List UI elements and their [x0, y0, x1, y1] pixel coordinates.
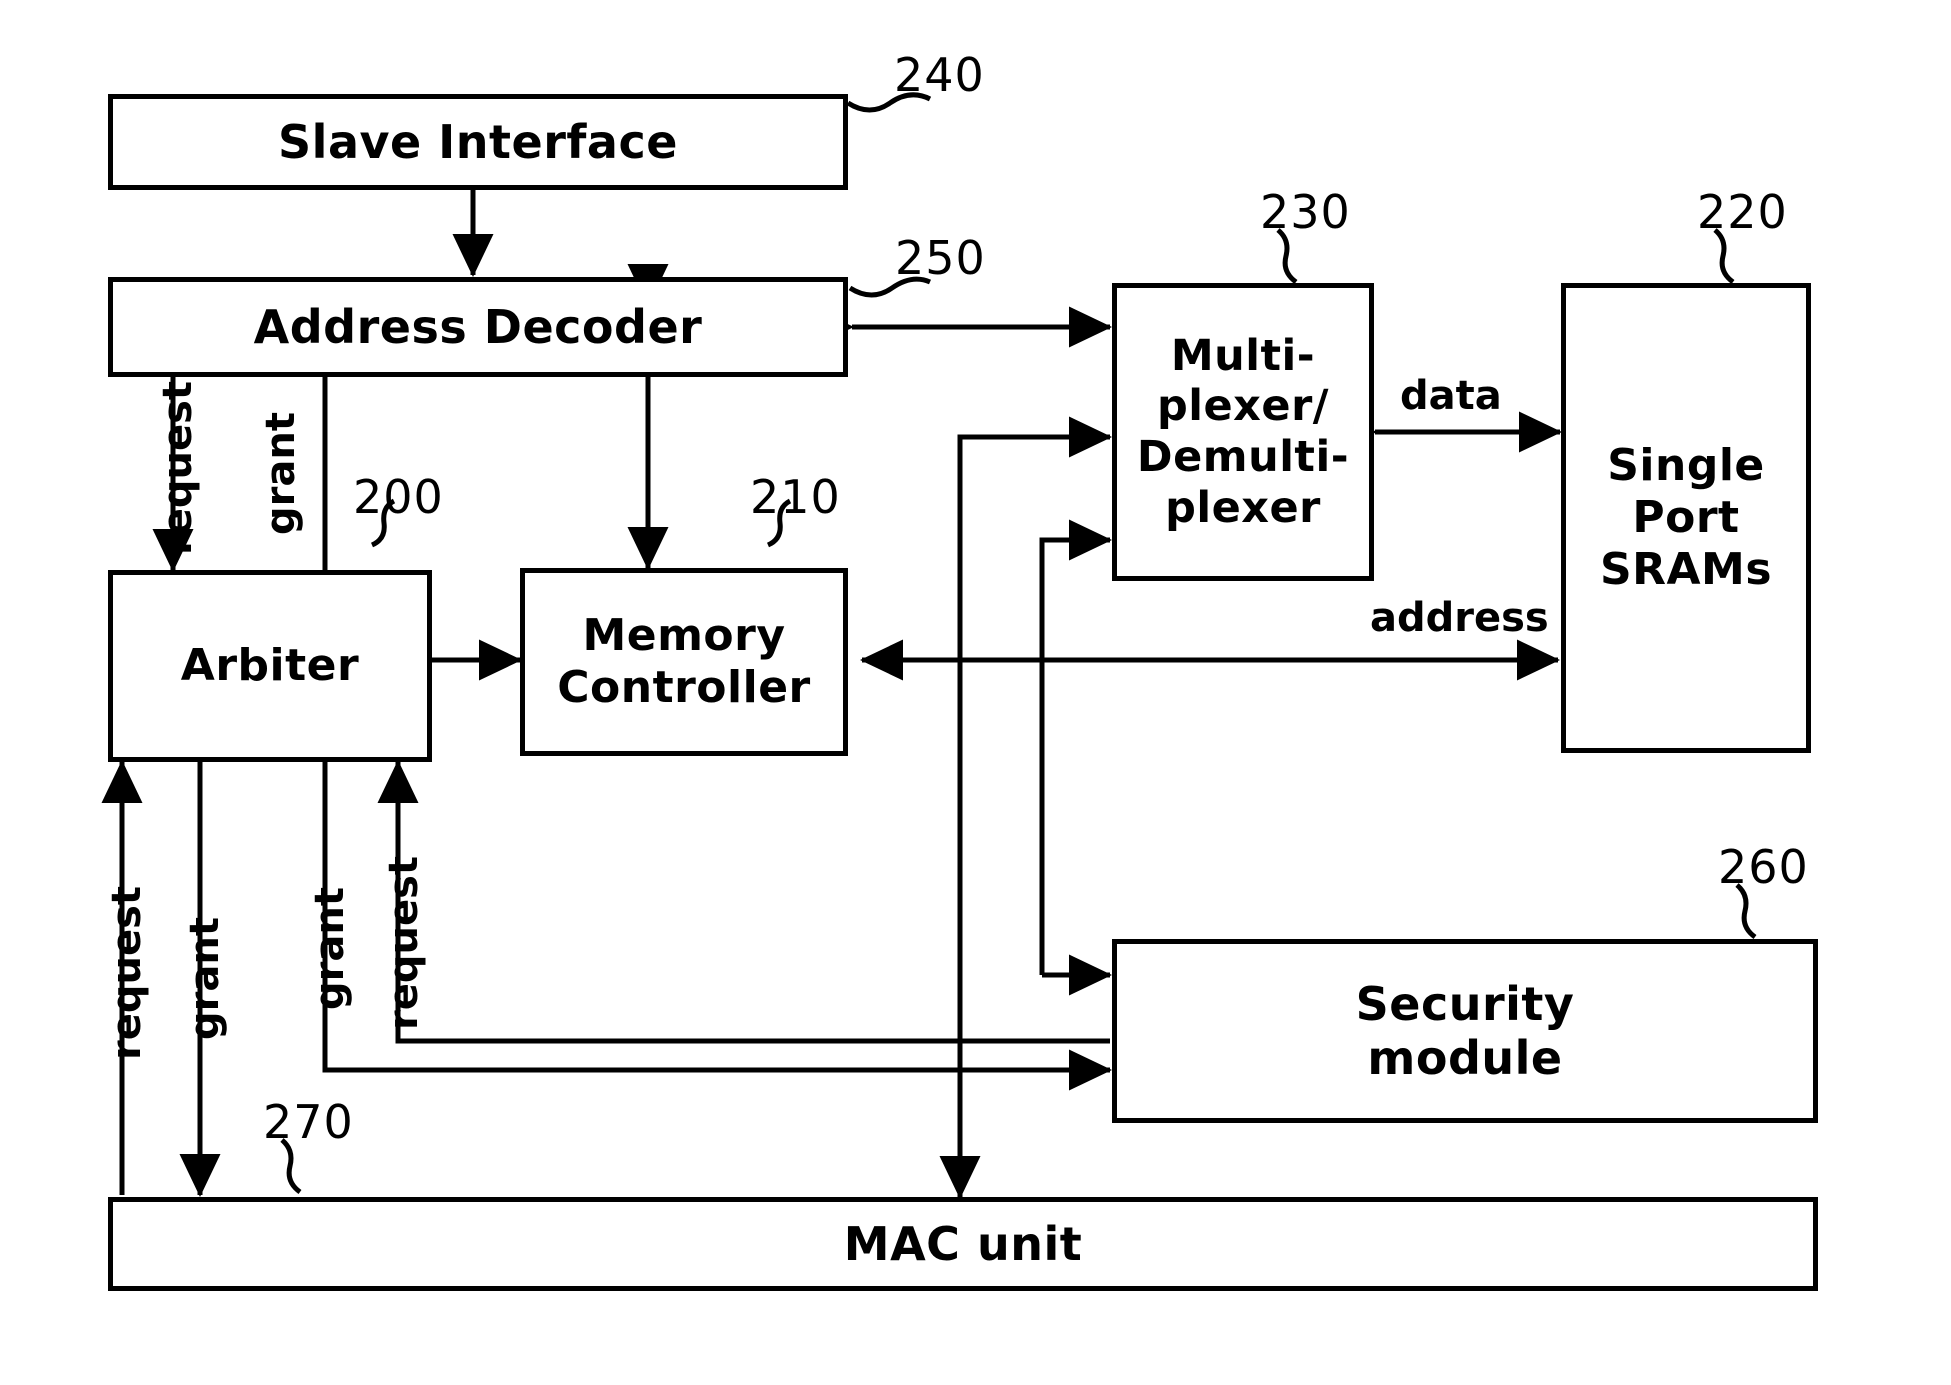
- ref-numeral-210: 210: [750, 470, 841, 524]
- security-module-label: Security module: [1355, 976, 1575, 1085]
- block-memory-controller[interactable]: Memory Controller: [520, 568, 848, 756]
- ref-numeral-250: 250: [895, 231, 986, 285]
- slave-interface-label: Slave Interface: [278, 114, 678, 169]
- edge-label-mac-grant: grant: [182, 917, 228, 1040]
- diagram-canvas: Slave Interface Address Decoder Arbiter …: [0, 0, 1951, 1385]
- block-address-decoder[interactable]: Address Decoder: [108, 277, 848, 377]
- ref-numeral-230: 230: [1260, 185, 1351, 239]
- ref-numeral-270: 270: [263, 1095, 354, 1149]
- block-slave-interface[interactable]: Slave Interface: [108, 94, 848, 190]
- wire-security-arbiter-request: [377, 759, 1110, 1044]
- sram-label: Single Port SRAMs: [1599, 440, 1773, 595]
- wire-mac-mux: [957, 416, 1113, 1195]
- ref-numeral-220: 220: [1697, 185, 1788, 239]
- ref-numeral-240: 240: [894, 48, 985, 102]
- block-arbiter[interactable]: Arbiter: [108, 570, 432, 762]
- mac-unit-label: MAC unit: [843, 1216, 1083, 1271]
- wire-security-mux: [1039, 519, 1113, 975]
- address-decoder-label: Address Decoder: [253, 299, 703, 354]
- edge-label-address-decoder-request: request: [155, 380, 201, 555]
- edge-label-address: address: [1370, 595, 1549, 641]
- block-mux-demux[interactable]: Multi- plexer/ Demulti- plexer: [1112, 283, 1374, 581]
- edge-label-security-grant: grant: [307, 887, 353, 1010]
- edge-label-address-decoder-grant: grant: [258, 412, 304, 535]
- ref-numeral-260: 260: [1718, 840, 1809, 894]
- arbiter-label: Arbiter: [180, 640, 360, 692]
- block-single-port-srams[interactable]: Single Port SRAMs: [1561, 283, 1811, 753]
- wire-arbiter-security-grant: [322, 762, 1113, 1091]
- block-mac-unit[interactable]: MAC unit: [108, 1197, 1818, 1291]
- mux-demux-label: Multi- plexer/ Demulti- plexer: [1136, 330, 1350, 533]
- ref-numeral-200: 200: [353, 470, 444, 524]
- block-security-module[interactable]: Security module: [1112, 939, 1818, 1123]
- edge-label-mac-request: request: [104, 885, 150, 1060]
- edge-label-data: data: [1400, 373, 1502, 419]
- edge-label-security-request: request: [381, 855, 427, 1030]
- memory-controller-label: Memory Controller: [557, 610, 811, 713]
